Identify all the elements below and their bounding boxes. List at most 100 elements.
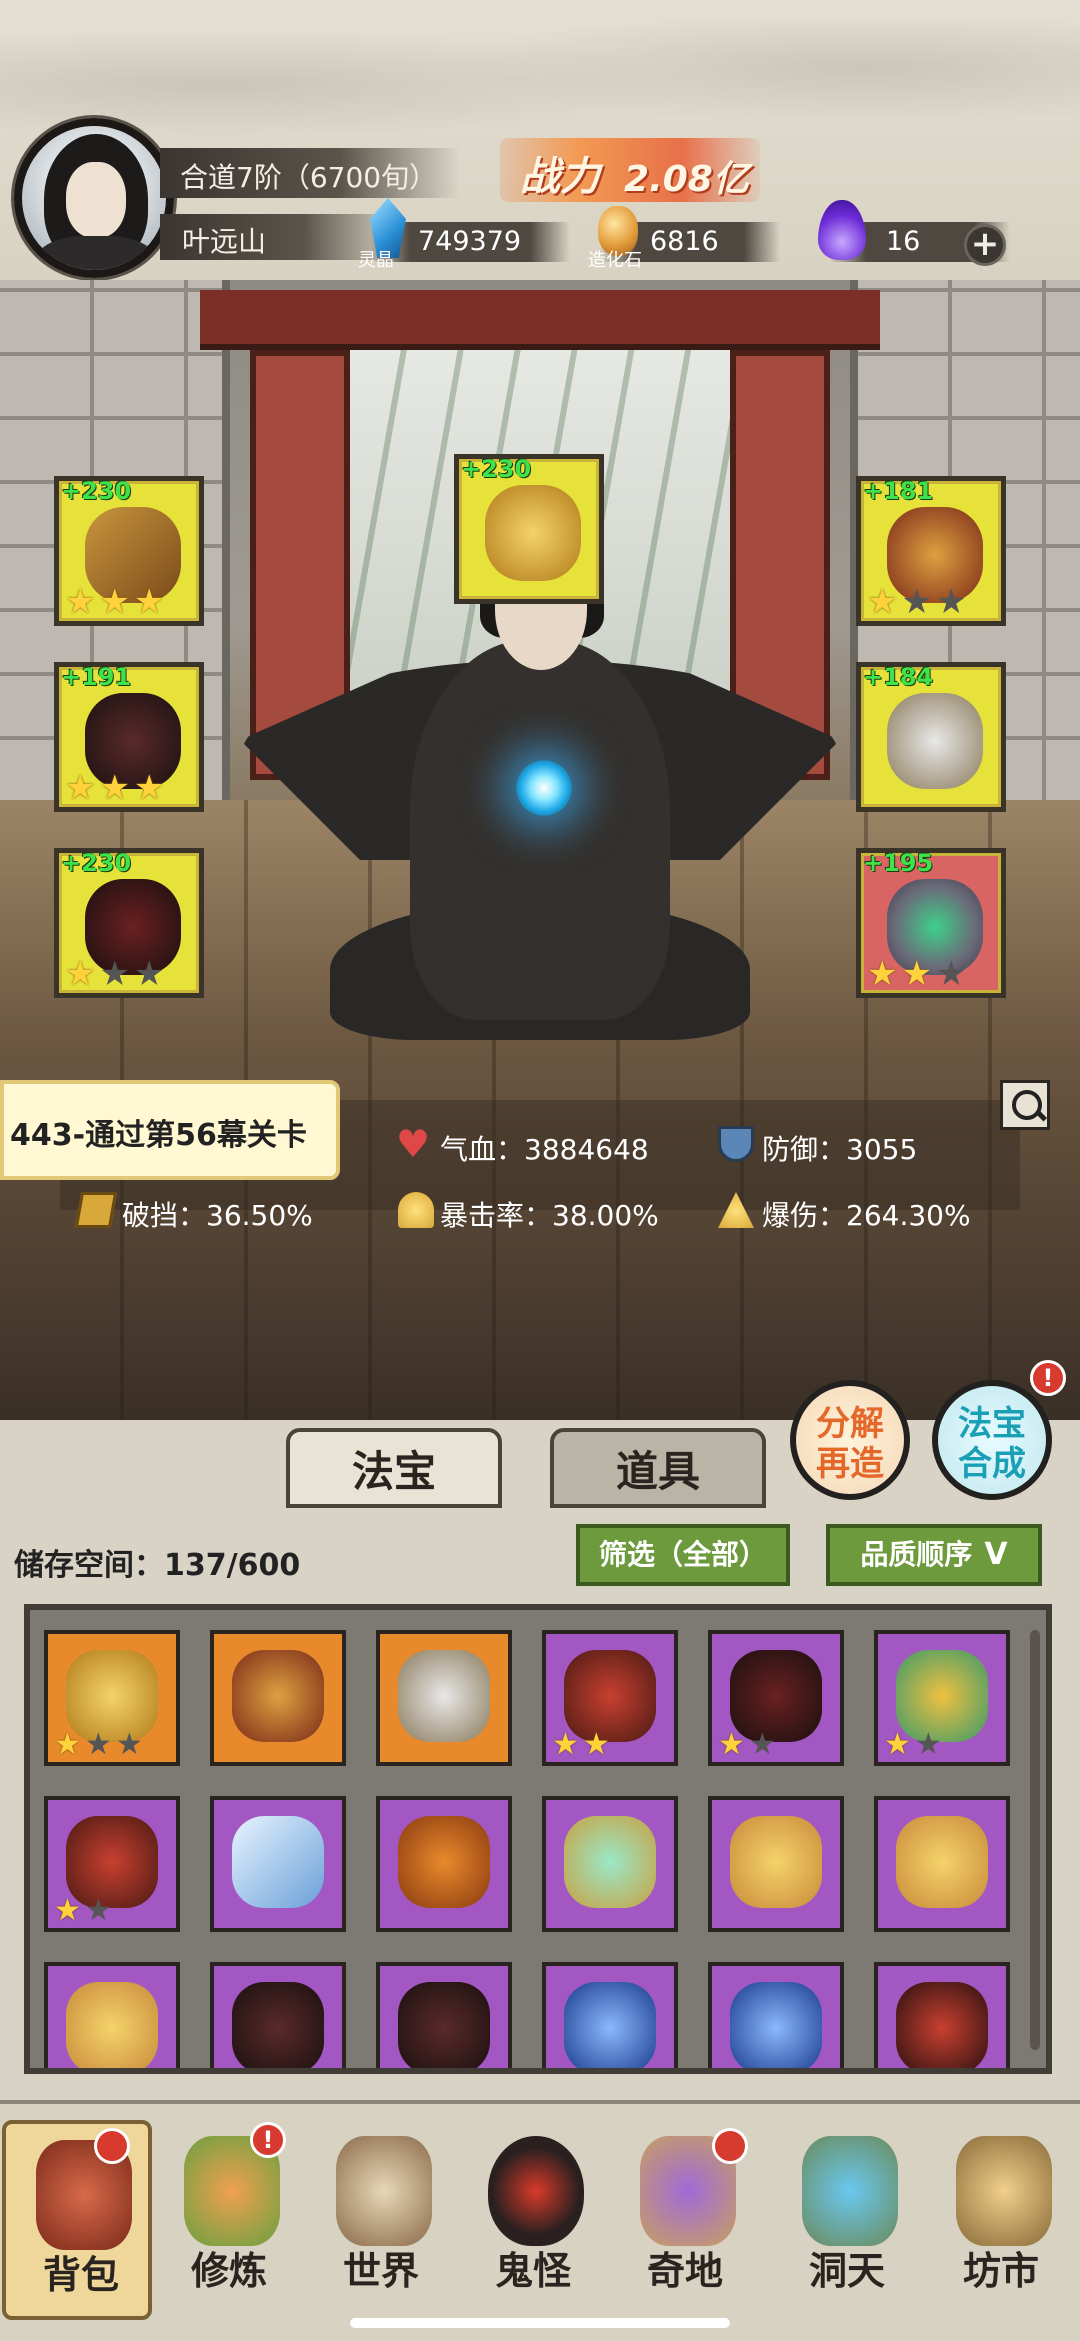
inventory-item[interactable] — [542, 1796, 678, 1932]
nav-label: 奇地 — [646, 2249, 723, 2293]
sort-dropdown[interactable]: 品质顺序 V — [826, 1524, 1042, 1586]
inventory-item[interactable] — [542, 1962, 678, 2068]
star-rating: ★ ★ ★ — [867, 957, 966, 991]
nav-cave[interactable]: 洞天 — [772, 2120, 922, 2320]
chevron-down-icon: V — [984, 1537, 1008, 1572]
inventory-item[interactable]: ★ ★ ★ — [44, 1630, 180, 1766]
flame-count: 16 — [886, 226, 921, 257]
axe-icon — [398, 1816, 490, 1908]
player-name: 叶远山 — [182, 225, 267, 258]
inventory-item[interactable] — [874, 1962, 1010, 2068]
tab-treasure[interactable]: 法宝 — [286, 1428, 502, 1508]
combat-power-label: 战力 — [520, 154, 600, 200]
nav-market[interactable]: 坊市 — [926, 2120, 1076, 2320]
inventory-item[interactable] — [44, 1962, 180, 2068]
nav-monster[interactable]: 鬼怪 — [458, 2120, 608, 2320]
demon-egg-icon — [488, 2136, 584, 2246]
inventory-item[interactable] — [874, 1796, 1010, 1932]
inventory-item[interactable]: ★ ★ — [542, 1630, 678, 1766]
nav-world[interactable]: 世界 — [306, 2120, 456, 2320]
star-rating: ★ ★ — [884, 1730, 942, 1760]
mask-icon — [66, 1982, 158, 2068]
inventory-grid[interactable]: ★ ★ ★ ★ ★ ★ ★ ★ ★ ★ ★ — [24, 1604, 1052, 2074]
filter-button[interactable]: 筛选（全部） — [576, 1524, 790, 1586]
inventory-item[interactable] — [376, 1962, 512, 2068]
synthesize-label-1: 法宝 — [958, 1404, 1026, 1444]
equip-level: +184 — [863, 663, 934, 691]
talisman-icon — [485, 485, 581, 581]
equip-level: +230 — [461, 455, 532, 483]
home-indicator[interactable] — [350, 2318, 730, 2328]
equip-slot-weapon[interactable]: +230 ★ ★ ★ — [54, 476, 204, 626]
inventory-scrollbar[interactable] — [1030, 1630, 1040, 2050]
star-icon: ★ — [133, 768, 165, 808]
star-rating: ★ ★ — [54, 1896, 112, 1926]
equip-slot-pendant[interactable]: +184 — [856, 662, 1006, 812]
inventory-item[interactable]: ★ ★ — [874, 1630, 1010, 1766]
tab-items[interactable]: 道具 — [550, 1428, 766, 1508]
star-icon: ★ — [582, 1727, 610, 1762]
inventory-item[interactable]: ★ ★ — [44, 1796, 180, 1932]
equip-level: +195 — [863, 849, 934, 877]
star-icon: ★ — [133, 582, 165, 622]
nav-wonderland-badge — [712, 2128, 748, 2164]
inventory-item[interactable] — [708, 1962, 844, 2068]
star-icon: ★ — [115, 1727, 143, 1762]
star-icon: ★ — [84, 1727, 112, 1762]
blade-icon — [232, 1816, 324, 1908]
decompose-label-1: 分解 — [816, 1404, 884, 1444]
star-icon: ★ — [54, 1893, 81, 1928]
nav-label: 世界 — [342, 2249, 419, 2293]
star-icon: ★ — [65, 768, 96, 808]
equip-slot-ring[interactable]: +195 ★ ★ ★ — [856, 848, 1006, 998]
decompose-button[interactable]: 分解 再造 — [790, 1380, 910, 1500]
shield-icon — [718, 1126, 754, 1162]
synthesize-button[interactable]: 法宝 合成 — [932, 1380, 1052, 1500]
player-avatar[interactable] — [14, 118, 174, 278]
mask-icon — [896, 1816, 988, 1908]
synthesize-alert-badge: ! — [1030, 1360, 1066, 1396]
fan-icon — [564, 1816, 656, 1908]
nav-bag-badge — [94, 2128, 130, 2164]
equip-slot-boots[interactable]: +230 ★ ★ ★ — [54, 848, 204, 998]
star-icon: ★ — [99, 582, 130, 622]
equip-level: +230 — [61, 849, 132, 877]
star-icon: ★ — [867, 582, 898, 622]
inventory-item[interactable]: ★ ★ — [708, 1630, 844, 1766]
helmet-icon — [564, 1982, 656, 2068]
star-icon: ★ — [99, 954, 130, 994]
equip-slot-crown[interactable]: +181 ★ ★ ★ — [856, 476, 1006, 626]
star-rating: ★ ★ ★ — [867, 585, 966, 619]
door-beam — [200, 290, 880, 350]
portal-icon — [802, 2136, 898, 2246]
pendant-icon — [398, 1650, 490, 1742]
inventory-item[interactable] — [210, 1962, 346, 2068]
nav-cultivate-badge: ! — [250, 2122, 286, 2158]
decompose-label-2: 再造 — [816, 1444, 884, 1484]
equip-slot-armor[interactable]: +191 ★ ★ ★ — [54, 662, 204, 812]
armor-icon — [398, 1982, 490, 2068]
storage-capacity: 储存空间：137/600 — [14, 1548, 301, 1583]
nav-label: 鬼怪 — [494, 2249, 571, 2293]
stone-label: 造化石 — [588, 250, 642, 271]
star-icon: ★ — [914, 1727, 942, 1762]
inventory-item[interactable] — [376, 1630, 512, 1766]
player-realm: 合道7阶（6700旬） — [180, 161, 438, 194]
heart-icon: ♥ — [396, 1122, 431, 1166]
star-icon: ★ — [935, 954, 967, 994]
equip-slot-talisman[interactable]: +230 — [454, 454, 604, 604]
inventory-item[interactable] — [210, 1796, 346, 1932]
star-icon: ★ — [65, 582, 96, 622]
star-icon: ★ — [867, 954, 898, 994]
star-rating: ★ ★ ★ — [65, 585, 164, 619]
star-icon: ★ — [884, 1727, 911, 1762]
inventory-item[interactable] — [210, 1630, 346, 1766]
star-icon: ★ — [901, 954, 932, 994]
inventory-item[interactable] — [708, 1796, 844, 1932]
add-resource-button[interactable]: + — [964, 224, 1006, 266]
star-icon: ★ — [718, 1727, 745, 1762]
inventory-item[interactable] — [376, 1796, 512, 1932]
magnify-icon[interactable] — [1000, 1080, 1050, 1130]
star-rating: ★ ★ — [552, 1730, 610, 1760]
star-rating: ★ ★ ★ — [65, 771, 164, 805]
